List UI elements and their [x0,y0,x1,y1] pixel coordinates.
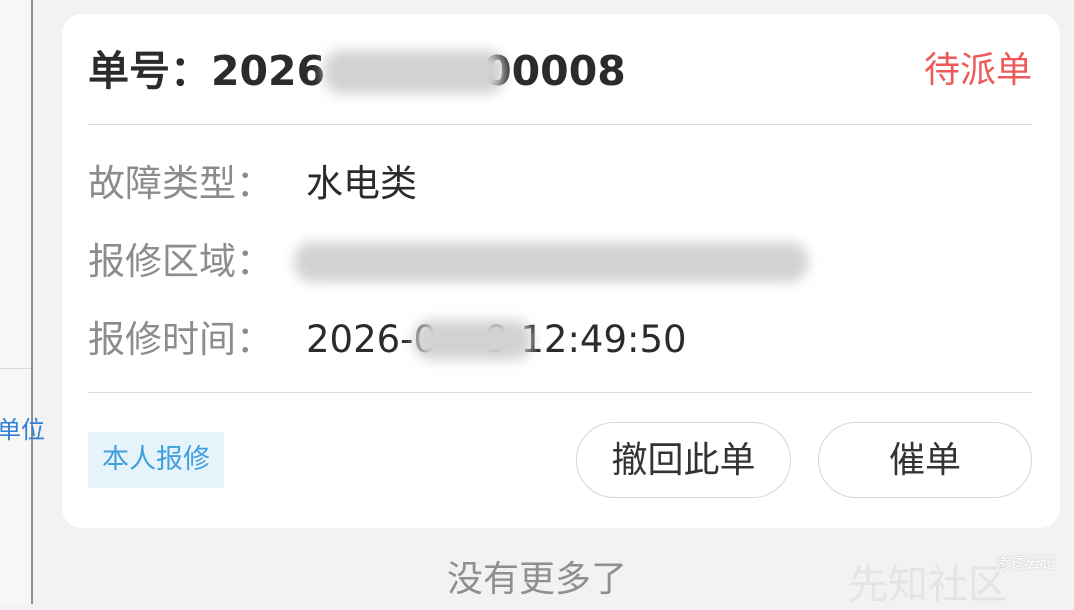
brand-watermark: 先知社区 [848,562,1008,608]
repair-order-card[interactable]: 单号：2026 00008 待派单 故障类型： 水电类 报修区域： 报修时间： 202… [62,14,1060,528]
redaction-blur [414,320,532,360]
repair-area-row: 报修区域： [88,236,306,288]
order-number-prefix: 2026 [211,47,326,95]
site-watermark: 渗透云记 [995,554,1056,572]
order-number-label: 单号： [88,47,211,95]
list-divider [0,368,31,369]
divider [88,392,1032,393]
self-report-tag: 本人报修 [88,432,224,488]
withdraw-order-button[interactable]: 撤回此单 [576,422,791,498]
urge-order-button[interactable]: 催单 [818,422,1032,498]
background-list-panel: 单位 [0,0,45,604]
redaction-blur [294,242,808,282]
fault-type-value: 水电类 [306,162,417,205]
status-badge: 待派单 [923,50,1032,91]
repair-area-label: 报修区域： [88,240,273,283]
repair-time-row: 报修时间： 2026-0 9 12:49:50 [88,314,687,366]
divider [88,124,1032,125]
fault-type-row: 故障类型： 水电类 [88,158,417,210]
order-number-suffix: 00008 [483,47,626,95]
redaction-blur [324,50,504,94]
unit-label: 单位 [0,416,45,444]
fault-type-label: 故障类型： [88,162,273,205]
repair-time-label: 报修时间： [88,318,273,361]
